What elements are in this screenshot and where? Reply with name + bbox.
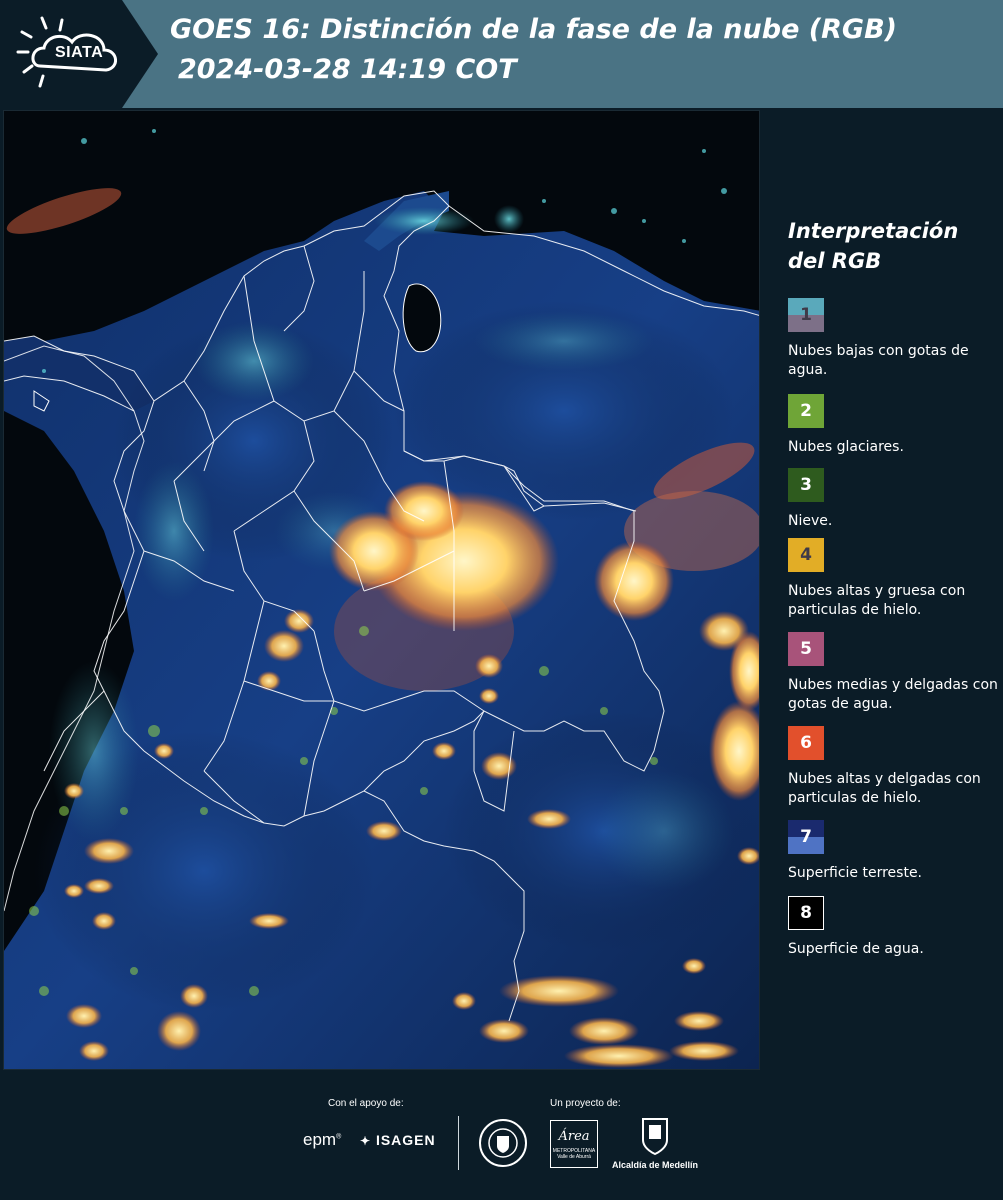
legend-swatch-2: 2 xyxy=(788,394,824,428)
satellite-rgb-map xyxy=(3,110,760,1070)
epm-logo: epm® xyxy=(303,1130,342,1149)
legend-label: Nieve. xyxy=(788,513,833,529)
legend-number: 6 xyxy=(800,733,812,753)
legend-label: Nubes altas y delgadas con particulas de… xyxy=(788,771,981,806)
legend-item-2: 2 Nubes glaciares. xyxy=(788,394,998,457)
area-logo-text: Área xyxy=(558,1129,590,1144)
alcaldia-shield-icon xyxy=(640,1116,670,1161)
legend-number: 1 xyxy=(800,305,812,325)
page-timestamp: 2024-03-28 14:19 COT xyxy=(178,54,517,85)
legend-swatch-8: 8 xyxy=(788,896,824,930)
rgb-legend-panel: Interpretación del RGB 1 Nubes bajas con… xyxy=(776,110,1003,1070)
legend-item-5: 5 Nubes medias y delgadas con gotas de a… xyxy=(788,632,998,714)
legend-number: 7 xyxy=(800,827,812,847)
legend-item-3: 3 Nieve. xyxy=(788,468,998,531)
legend-swatch-4: 4 xyxy=(788,538,824,572)
isagen-logo: ✦ ISAGEN xyxy=(360,1132,436,1148)
legend-item-1: 1 Nubes bajas con gotas de agua. xyxy=(788,298,998,380)
medellin-seal-icon xyxy=(478,1118,528,1173)
area-logo-subtext2: Valle de Aburrá xyxy=(557,1154,591,1160)
footer-divider xyxy=(458,1116,459,1170)
legend-swatch-1: 1 xyxy=(788,298,824,332)
header-bar: SIATA GOES 16: Distinción de la fase de … xyxy=(0,0,1003,108)
footer-sponsors: Con el apoyo de: Un proyecto de: epm® ✦ … xyxy=(0,1070,1003,1200)
legend-label: Nubes altas y gruesa con particulas de h… xyxy=(788,583,966,618)
isagen-logo-text: ISAGEN xyxy=(375,1132,436,1148)
legend-label: Superficie de agua. xyxy=(788,941,924,957)
legend-title: Interpretación del RGB xyxy=(788,216,958,276)
legend-number: 2 xyxy=(800,401,812,421)
legend-number: 4 xyxy=(800,545,812,565)
legend-item-6: 6 Nubes altas y delgadas con particulas … xyxy=(788,726,998,808)
legend-label: Nubes glaciares. xyxy=(788,439,904,455)
legend-number: 5 xyxy=(800,639,812,659)
legend-item-7: 7 Superficie terreste. xyxy=(788,820,998,883)
legend-number: 8 xyxy=(800,903,812,923)
project-label: Un proyecto de: xyxy=(550,1098,621,1109)
legend-title-line1: Interpretación xyxy=(788,219,959,243)
legend-swatch-5: 5 xyxy=(788,632,824,666)
alcaldia-logo-text: Alcaldía de Medellín xyxy=(612,1160,699,1170)
legend-label: Nubes bajas con gotas de agua. xyxy=(788,343,969,378)
area-metropolitana-logo: Área METROPOLITANA Valle de Aburrá xyxy=(550,1120,598,1168)
legend-swatch-6: 6 xyxy=(788,726,824,760)
legend-item-8: 8 Superficie de agua. xyxy=(788,896,998,959)
legend-number: 3 xyxy=(800,475,812,495)
legend-swatch-7: 7 xyxy=(788,820,824,854)
epm-logo-text: epm xyxy=(303,1130,337,1149)
isagen-icon: ✦ xyxy=(360,1134,372,1148)
siata-logo-text: SIATA xyxy=(55,44,104,61)
satellite-image xyxy=(4,111,759,1069)
legend-swatch-3: 3 xyxy=(788,468,824,502)
legend-title-line2: del RGB xyxy=(788,249,882,273)
legend-item-4: 4 Nubes altas y gruesa con particulas de… xyxy=(788,538,998,620)
support-label: Con el apoyo de: xyxy=(328,1098,404,1109)
legend-label: Superficie terreste. xyxy=(788,865,923,881)
legend-label: Nubes medias y delgadas con gotas de agu… xyxy=(788,677,998,712)
siata-logo: SIATA xyxy=(0,0,158,108)
page-title: GOES 16: Distinción de la fase de la nub… xyxy=(170,14,897,45)
